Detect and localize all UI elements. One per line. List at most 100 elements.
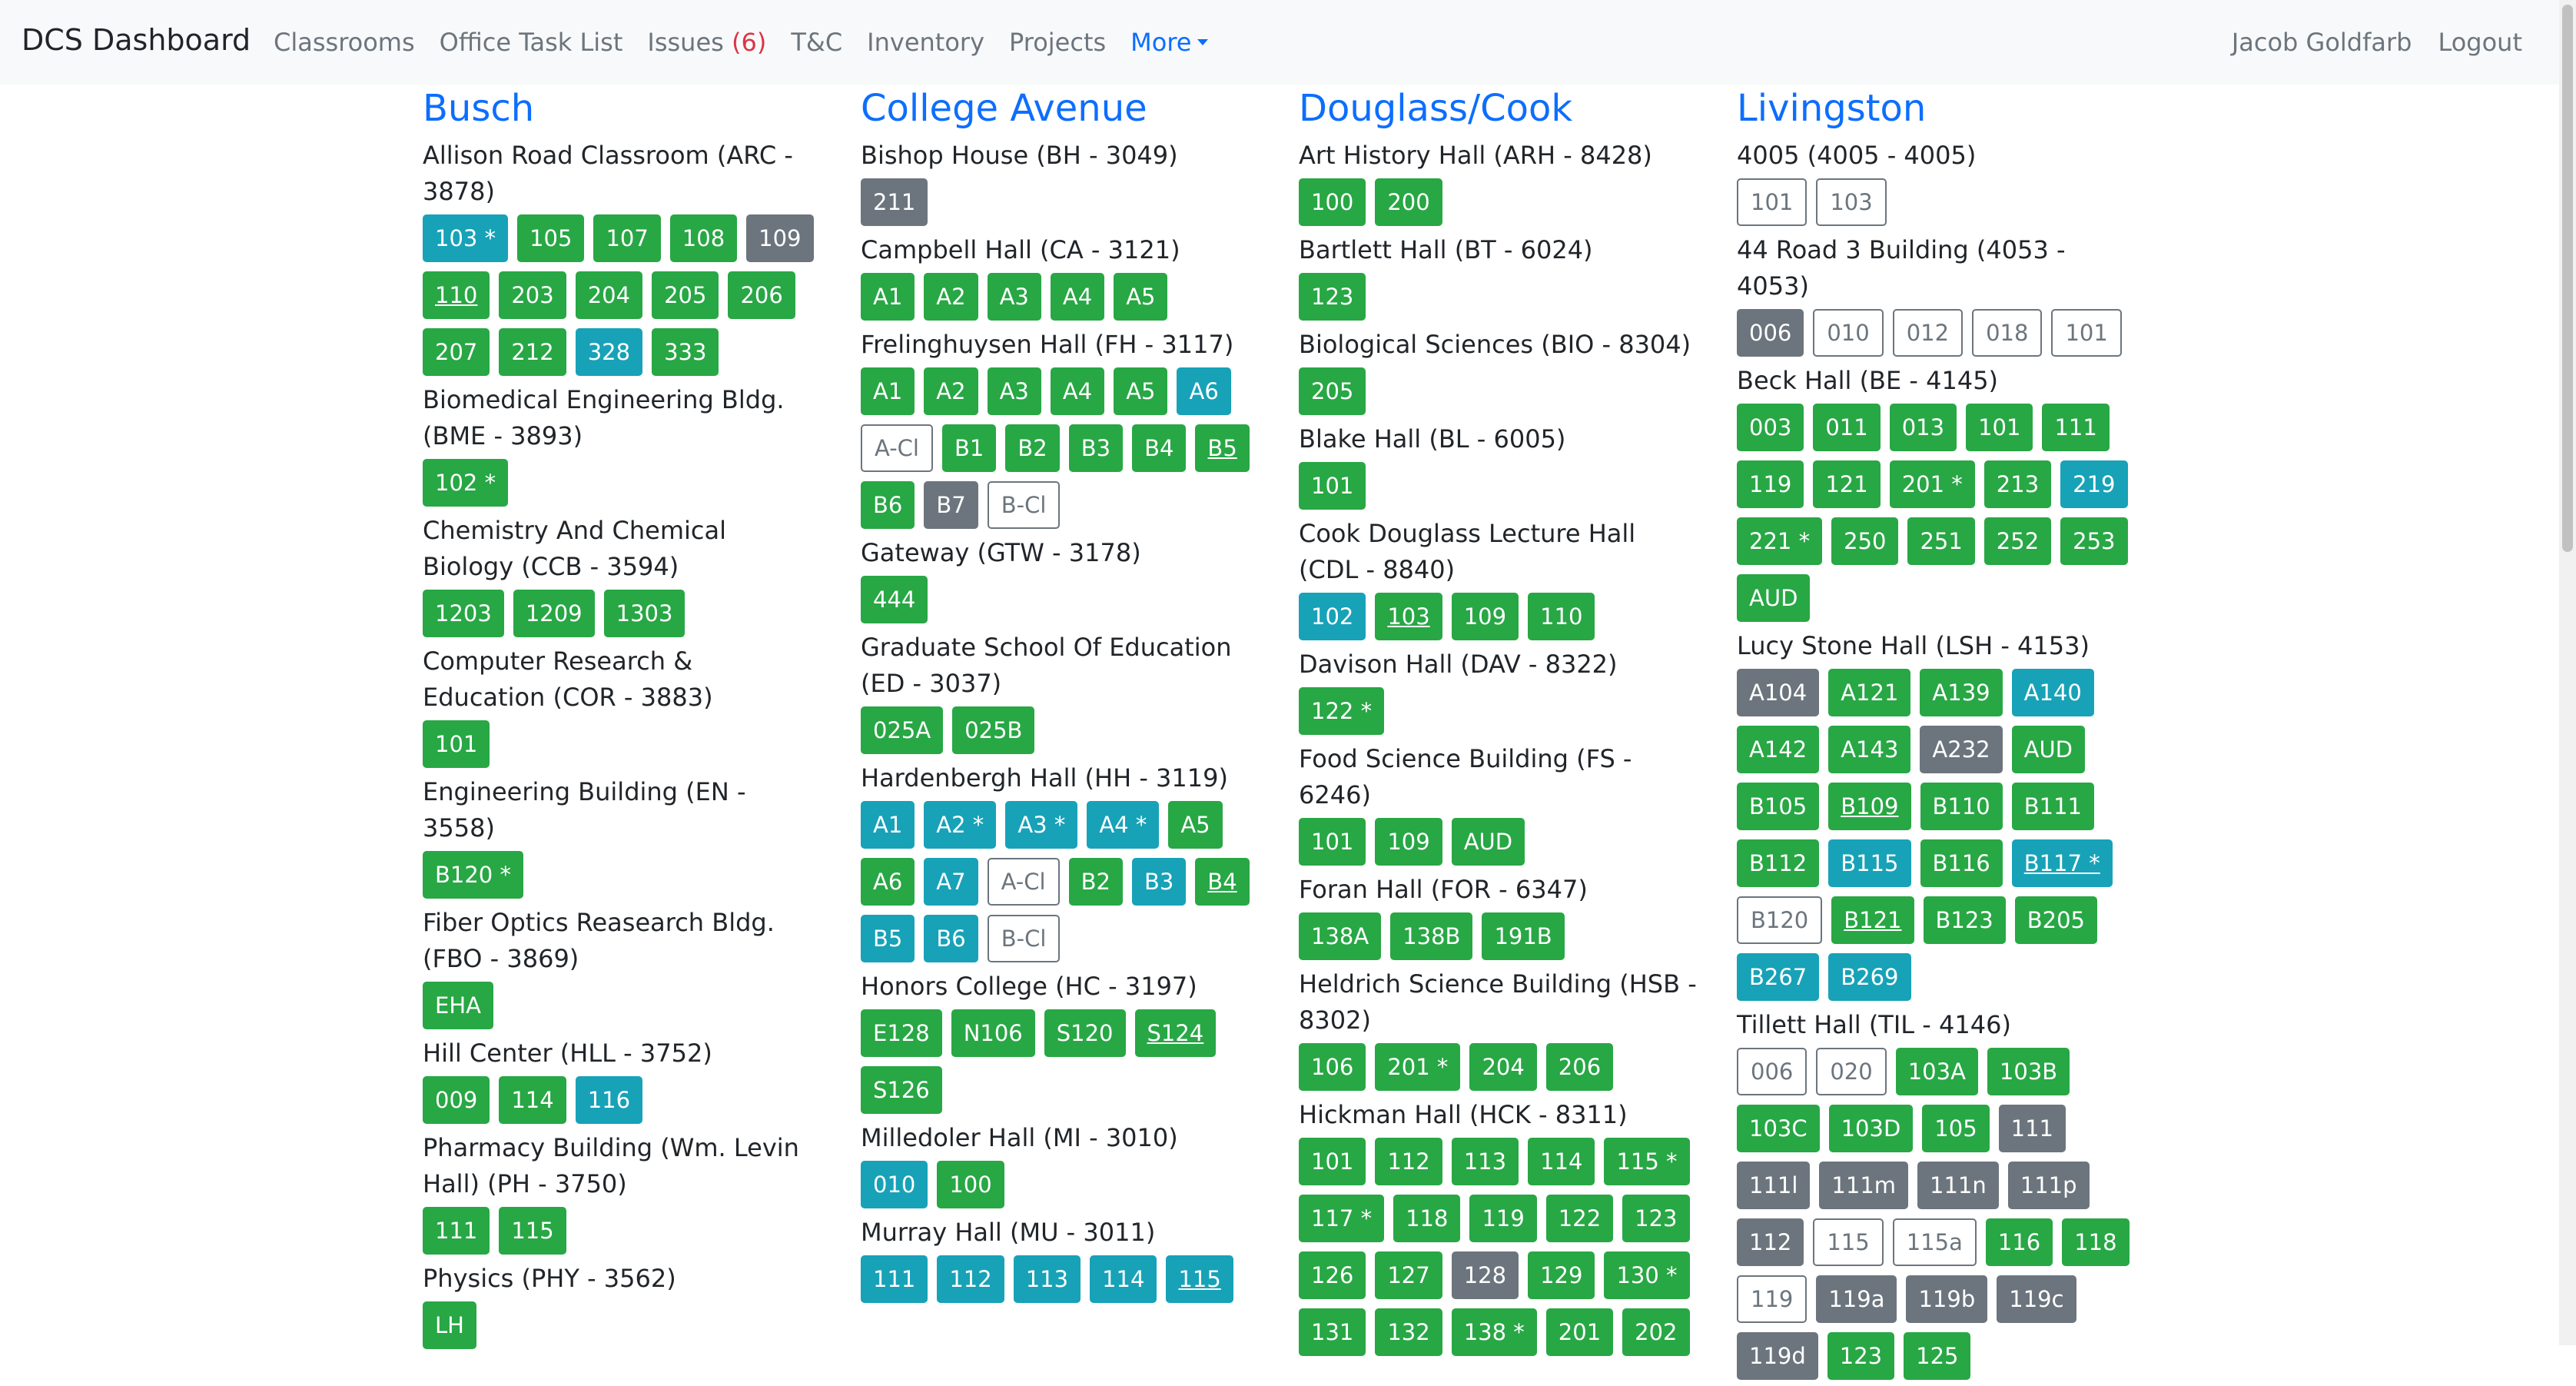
nav-issues[interactable]: Issues (6): [647, 28, 766, 57]
room-button[interactable]: B1: [941, 424, 997, 472]
room-button[interactable]: 213: [1983, 460, 2052, 508]
room-button[interactable]: 101: [1299, 818, 1366, 866]
room-button[interactable]: 191B: [1482, 912, 1565, 960]
room-button[interactable]: 103C: [1737, 1105, 1820, 1152]
room-button[interactable]: 101: [1299, 1138, 1366, 1185]
room-button[interactable]: B120: [1737, 896, 1823, 944]
room-button[interactable]: 109: [746, 214, 814, 262]
room-button[interactable]: 116: [575, 1076, 643, 1124]
room-button[interactable]: 114: [1090, 1255, 1157, 1303]
room-button[interactable]: S126: [861, 1066, 942, 1114]
room-button[interactable]: 204: [1469, 1043, 1537, 1091]
room-button[interactable]: B-Cl: [987, 481, 1061, 529]
scrollbar-thumb[interactable]: [2562, 5, 2573, 552]
room-button[interactable]: 202: [1622, 1308, 1690, 1356]
room-button[interactable]: A143: [1828, 726, 1911, 773]
room-button[interactable]: 011: [1813, 404, 1881, 451]
room-button[interactable]: 114: [499, 1076, 566, 1124]
room-button[interactable]: 100: [1299, 178, 1366, 226]
room-button[interactable]: AUD: [1451, 818, 1525, 866]
room-button[interactable]: A5: [1114, 273, 1168, 321]
room-button[interactable]: 126: [1299, 1251, 1366, 1299]
room-button[interactable]: B5: [861, 915, 915, 962]
room-button[interactable]: 119d: [1737, 1332, 1818, 1380]
room-button[interactable]: A6: [861, 858, 915, 906]
room-button[interactable]: 101: [2051, 309, 2122, 357]
room-button[interactable]: 219: [2060, 460, 2128, 508]
room-button[interactable]: 111: [2042, 404, 2110, 451]
room-button[interactable]: A4: [1050, 367, 1105, 415]
room-button[interactable]: N106: [951, 1009, 1035, 1057]
room-button[interactable]: 111l: [1737, 1162, 1811, 1209]
campus-heading[interactable]: Livingston: [1737, 83, 2136, 134]
campus-heading[interactable]: Douglass/Cook: [1299, 83, 1698, 134]
room-button[interactable]: 103A: [1895, 1048, 1978, 1095]
room-button[interactable]: B5: [1195, 424, 1250, 472]
room-button[interactable]: 121: [1813, 460, 1881, 508]
room-button[interactable]: 127: [1375, 1251, 1442, 1299]
room-button[interactable]: A-Cl: [987, 858, 1060, 906]
room-button[interactable]: E128: [861, 1009, 942, 1057]
room-button[interactable]: 253: [2060, 517, 2128, 565]
room-button[interactable]: 129: [1528, 1251, 1595, 1299]
room-button[interactable]: B2: [1005, 424, 1060, 472]
room-button[interactable]: 119: [1737, 460, 1804, 508]
room-button[interactable]: 115 *: [1604, 1138, 1690, 1185]
room-button[interactable]: 018: [1972, 309, 2043, 357]
room-button[interactable]: 006: [1737, 1048, 1808, 1095]
room-button[interactable]: 101: [1299, 462, 1366, 510]
room-button[interactable]: 131: [1299, 1308, 1366, 1356]
room-button[interactable]: A104: [1737, 669, 1820, 716]
room-button[interactable]: B4: [1195, 858, 1250, 906]
room-button[interactable]: 250: [1831, 517, 1899, 565]
room-button[interactable]: 333: [652, 328, 719, 376]
room-button[interactable]: 102: [1299, 593, 1366, 640]
room-button[interactable]: 200: [1375, 178, 1442, 226]
room-button[interactable]: A4 *: [1087, 801, 1160, 849]
room-button[interactable]: 221 *: [1737, 517, 1823, 565]
room-button[interactable]: 206: [728, 271, 795, 319]
room-button[interactable]: A142: [1737, 726, 1820, 773]
room-button[interactable]: AUD: [1737, 574, 1811, 622]
room-button[interactable]: B7: [924, 481, 978, 529]
campus-heading[interactable]: College Avenue: [861, 83, 1260, 134]
room-button[interactable]: 109: [1451, 593, 1519, 640]
room-button[interactable]: A4: [1050, 273, 1105, 321]
room-button[interactable]: 009: [423, 1076, 490, 1124]
room-button[interactable]: A2: [924, 273, 978, 321]
campus-heading[interactable]: Busch: [423, 83, 822, 134]
room-button[interactable]: 111: [861, 1255, 928, 1303]
nav-projects[interactable]: Projects: [1009, 28, 1106, 57]
nav-inventory[interactable]: Inventory: [867, 28, 984, 57]
room-button[interactable]: 101: [1737, 178, 1808, 226]
room-button[interactable]: B6: [861, 481, 915, 529]
room-button[interactable]: 106: [1299, 1043, 1366, 1091]
room-button[interactable]: 203: [499, 271, 566, 319]
room-button[interactable]: A2 *: [924, 801, 997, 849]
room-button[interactable]: 201 *: [1375, 1043, 1461, 1091]
room-button[interactable]: 010: [861, 1161, 928, 1208]
room-button[interactable]: 207: [423, 328, 490, 376]
page-scrollbar[interactable]: [2559, 0, 2576, 1345]
room-button[interactable]: 123: [1299, 273, 1366, 321]
room-button[interactable]: B123: [1923, 896, 2006, 944]
room-button[interactable]: 212: [499, 328, 566, 376]
room-button[interactable]: S124: [1134, 1009, 1217, 1057]
room-button[interactable]: A2: [924, 367, 978, 415]
room-button[interactable]: B3: [1068, 424, 1124, 472]
room-button[interactable]: B111: [2011, 783, 2094, 830]
room-button[interactable]: A1: [861, 801, 915, 849]
room-button[interactable]: 111m: [1819, 1162, 1909, 1209]
room-button[interactable]: A1: [861, 273, 915, 321]
room-button[interactable]: 119a: [1816, 1275, 1897, 1323]
room-button[interactable]: 103 *: [423, 214, 509, 262]
room-button[interactable]: 444: [861, 576, 928, 623]
room-button[interactable]: 206: [1545, 1043, 1614, 1091]
room-button[interactable]: B117 *: [2011, 839, 2113, 887]
room-button[interactable]: 132: [1375, 1308, 1442, 1356]
room-button[interactable]: S120: [1044, 1009, 1126, 1057]
room-button[interactable]: 105: [517, 214, 585, 262]
room-button[interactable]: A1: [861, 367, 915, 415]
room-button[interactable]: B116: [1920, 839, 2003, 887]
room-button[interactable]: 1209: [513, 590, 595, 637]
